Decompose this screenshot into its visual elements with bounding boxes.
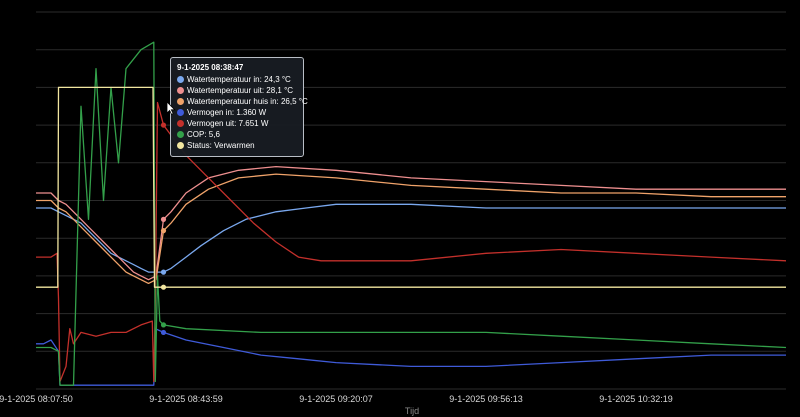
tooltip-row: Vermogen uit: 7.651 W xyxy=(177,118,297,129)
legend-swatch xyxy=(177,142,184,149)
x-axis-ticks: 9-1-2025 08:07:50 9-1-2025 08:43:59 9-1-20… xyxy=(0,394,673,404)
tooltip-rows: Watertemperatuur in: 24,3 °C Watertempera… xyxy=(177,74,308,151)
hover-marker-3 xyxy=(160,228,167,234)
tooltip-row: COP: 5,6 xyxy=(177,129,297,140)
tooltip-row-label: Watertemperatuur uit: 28,1 °C xyxy=(187,86,294,95)
tooltip-row-label: Vermogen uit: 7.651 W xyxy=(187,119,269,128)
series-line-5 xyxy=(36,101,787,383)
tooltip-row: Watertemperatuur in: 24,3 °C xyxy=(177,74,297,85)
hover-marker-4 xyxy=(160,329,167,336)
legend-swatch xyxy=(177,98,184,105)
hover-marker-2 xyxy=(160,216,167,222)
hover-marker-7 xyxy=(160,284,167,290)
tooltip-row-label: COP: 5,6 xyxy=(187,130,220,139)
tooltip-title: 9-1-2025 08:38:47 xyxy=(177,63,244,72)
legend-swatch xyxy=(177,109,184,116)
x-axis-title: Tijd xyxy=(405,406,419,416)
series-line-2 xyxy=(36,165,786,281)
tooltip-row: Watertemperatuur huis in: 26,5 °C xyxy=(177,96,308,107)
tooltip-row-label: Watertemperatuur in: 24,3 °C xyxy=(187,75,291,84)
chart-svg: 9-1-2025 08:07:50 9-1-2025 08:43:59 9-1-20… xyxy=(0,11,787,416)
legend-swatch xyxy=(177,120,184,127)
series-line-4 xyxy=(36,328,786,386)
chart-tooltip: 9-1-2025 08:38:47 Watertemperatuur in: 2… xyxy=(170,57,308,157)
hover-marker-1 xyxy=(160,269,167,275)
series-group xyxy=(36,41,787,386)
x-tick-label: 9-1-2025 09:56:13 xyxy=(449,394,523,404)
tooltip-row: Vermogen in: 1.360 W xyxy=(177,107,297,118)
series-line-3 xyxy=(36,173,786,285)
mouse-cursor-icon xyxy=(166,101,176,115)
x-tick-label: 9-1-2025 10:32:19 xyxy=(599,394,673,404)
tooltip-row: Status: Verwarmen xyxy=(177,140,297,151)
series-line-6 xyxy=(36,41,787,386)
series-line-7 xyxy=(36,86,786,288)
legend-swatch xyxy=(177,87,184,94)
x-tick-label: 9-1-2025 08:43:59 xyxy=(149,394,223,404)
hover-marker-5 xyxy=(160,122,167,128)
hover-marker-6 xyxy=(160,322,167,328)
x-tick-label: 9-1-2025 08:07:50 xyxy=(0,394,73,404)
legend-swatch xyxy=(177,76,184,83)
legend-swatch xyxy=(177,131,184,138)
tooltip-row-label: Status: Verwarmen xyxy=(187,141,255,150)
tooltip-row-label: Vermogen in: 1.360 W xyxy=(187,108,267,117)
tooltip-row: Watertemperatuur uit: 28,1 °C xyxy=(177,85,297,96)
tooltip-row-label: Watertemperatuur huis in: 26,5 °C xyxy=(187,97,308,106)
x-tick-label: 9-1-2025 09:20:07 xyxy=(299,394,373,404)
